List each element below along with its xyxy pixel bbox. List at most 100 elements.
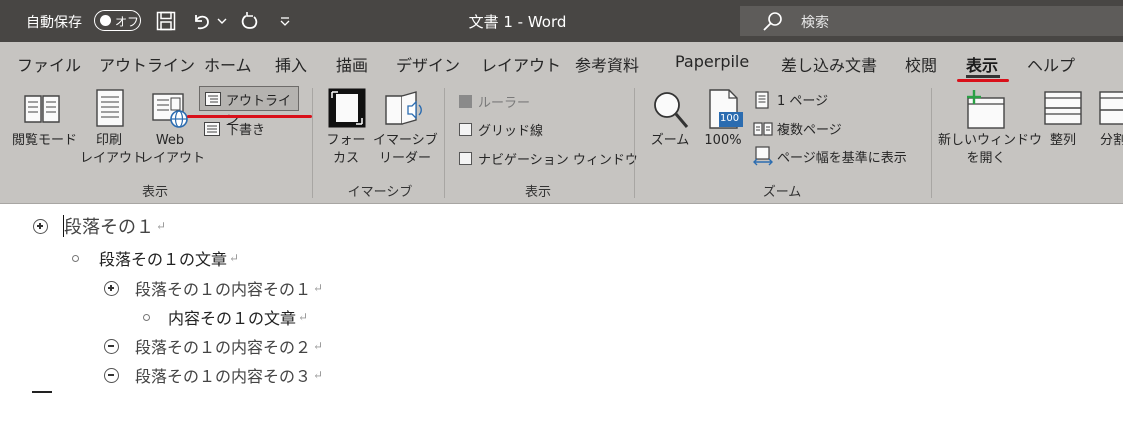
- zoom-label: ズーム: [650, 133, 690, 148]
- web-layout-label-2: レイアウト: [140, 151, 206, 166]
- focus-label-2: カス: [332, 151, 359, 166]
- split-label: 分割: [1100, 133, 1123, 148]
- draft-icon: [204, 121, 220, 136]
- tab-file[interactable]: ファイル: [17, 52, 81, 76]
- read-mode-icon: [22, 90, 62, 130]
- annotation-underline-outline: [187, 115, 312, 118]
- page-width-button[interactable]: ページ幅を基準に表示: [753, 146, 907, 166]
- navigation-label: ナビゲーション ウィンドウ: [478, 153, 638, 168]
- navigation-pane-checkbox[interactable]: ナビゲーション ウィンドウ: [459, 149, 638, 168]
- ruler-checkbox[interactable]: ルーラー: [459, 92, 530, 111]
- outline-text: 内容その１の文章: [168, 309, 297, 328]
- tab-layout[interactable]: レイアウト: [481, 52, 561, 76]
- new-window-label-1: 新しいウィンドウ: [938, 133, 1043, 148]
- tab-draw[interactable]: 描画: [336, 52, 368, 76]
- tab-mailings[interactable]: 差し込み文書: [781, 52, 877, 76]
- paragraph-mark: ↵: [229, 251, 240, 265]
- draft-view-button[interactable]: 下書き: [204, 119, 265, 138]
- search-placeholder: 検索: [801, 15, 829, 31]
- new-window-button[interactable]: 新しいウィンドウ を開く: [938, 132, 1043, 168]
- read-mode-button[interactable]: 閲覧モード: [12, 132, 78, 150]
- tab-view[interactable]: 表示: [966, 52, 998, 76]
- active-tab-indicator: [966, 75, 1000, 78]
- paragraph-mark: ↵: [313, 368, 324, 382]
- gridlines-checkbox[interactable]: グリッド線: [459, 120, 543, 139]
- arrange-label: 整列: [1049, 133, 1076, 148]
- draft-label: 下書き: [226, 123, 266, 138]
- tab-paperpile[interactable]: Paperpile: [675, 52, 749, 71]
- gridlines-check: [459, 123, 472, 136]
- outline-line[interactable]: 段落その１の文章 ↵: [72, 246, 239, 270]
- one-page-icon: [755, 90, 769, 109]
- outline-text: 段落その１の文章: [99, 250, 228, 269]
- body-text-bullet-icon: [143, 313, 150, 321]
- outline-text: 段落その１の内容その２: [135, 338, 312, 357]
- collapse-minus-icon[interactable]: [104, 338, 119, 354]
- search-box[interactable]: 検索: [740, 6, 1123, 36]
- focus-label-1: フォー: [326, 133, 366, 148]
- outline-line[interactable]: 段落その１の内容その１ ↵: [104, 276, 323, 300]
- split-icon: [1098, 90, 1123, 130]
- outline-line[interactable]: 段落その１の内容その２ ↵: [104, 334, 323, 358]
- immersive-reader-icon: [384, 88, 426, 134]
- title-bar: 自動保存 オフ 文書 1 - Word 検索: [0, 0, 1123, 42]
- paragraph-mark: ↵: [156, 219, 167, 233]
- ruler-check: [459, 95, 472, 108]
- arrange-all-button[interactable]: 整列: [1040, 132, 1086, 150]
- gridlines-label: グリッド線: [478, 124, 544, 139]
- outline-line[interactable]: 段落その１の内容その３ ↵: [104, 363, 323, 387]
- expand-plus-icon[interactable]: [33, 218, 48, 234]
- hundred-icon-text: 100: [720, 113, 740, 124]
- group-separator: [634, 88, 635, 198]
- document-area[interactable]: 段落その１ ↵ 段落その１の文章 ↵ 段落その１の内容その１ ↵ 内容その１の文…: [0, 205, 1123, 435]
- search-icon: [763, 12, 782, 31]
- tab-home[interactable]: ホーム: [204, 52, 252, 76]
- new-window-icon: [962, 88, 1008, 134]
- expand-plus-icon[interactable]: [104, 280, 119, 296]
- zoom-icon: [652, 90, 690, 134]
- outline-icon: [205, 92, 221, 106]
- multiple-pages-icon: [753, 121, 773, 136]
- tab-help[interactable]: ヘルプ: [1027, 52, 1075, 76]
- hundred-percent-icon: 100: [707, 88, 745, 130]
- outline-line[interactable]: 段落その１ ↵: [33, 213, 166, 239]
- body-text-bullet-icon: [72, 254, 79, 262]
- web-layout-label-1: Web: [155, 133, 185, 148]
- web-layout-icon: [152, 90, 190, 134]
- web-layout-button[interactable]: Web レイアウト: [140, 132, 206, 168]
- outline-view-button[interactable]: アウトライン: [199, 86, 299, 128]
- arrange-all-icon: [1043, 90, 1083, 130]
- group-label-views: 表示: [141, 185, 168, 200]
- group-separator: [931, 88, 932, 198]
- multiple-pages-button[interactable]: 複数ページ: [753, 119, 842, 138]
- outline-line[interactable]: 内容その１の文章 ↵: [143, 305, 308, 329]
- tab-design[interactable]: デザイン: [396, 52, 460, 76]
- ruler-label: ルーラー: [478, 96, 531, 111]
- tab-insert[interactable]: 挿入: [275, 52, 307, 76]
- print-layout-icon: [95, 88, 125, 132]
- tab-review[interactable]: 校閲: [905, 52, 937, 76]
- print-layout-label-2: レイアウト: [80, 151, 146, 166]
- zoom-button[interactable]: ズーム: [646, 132, 694, 150]
- hundred-percent-button[interactable]: 100%: [700, 132, 746, 150]
- new-window-label-2: を開く: [966, 151, 1006, 166]
- group-separator: [444, 88, 445, 198]
- page-width-label: ページ幅を基準に表示: [777, 150, 907, 166]
- print-layout-button[interactable]: 印刷 レイアウト: [80, 132, 146, 168]
- page-width-icon: [753, 146, 773, 166]
- tab-outline[interactable]: アウトライン: [99, 52, 195, 76]
- print-layout-label-1: 印刷: [95, 133, 122, 148]
- ribbon-tabs: ファイル アウトライン ホーム 挿入 描画 デザイン レイアウト 参考資料 Pa…: [0, 42, 1123, 82]
- ribbon-view: 閲覧モード 印刷 レイアウト Web レイアウト アウトライン 下書き 表示 フ…: [0, 82, 1123, 204]
- read-mode-label: 閲覧モード: [12, 133, 78, 148]
- paragraph-mark: ↵: [313, 281, 324, 295]
- collapse-minus-icon[interactable]: [104, 367, 119, 383]
- one-page-button[interactable]: 1 ページ: [755, 90, 828, 109]
- focus-button[interactable]: フォー カス: [322, 132, 370, 168]
- immersive-reader-button[interactable]: イマーシブ リーダー: [373, 132, 438, 168]
- tab-references[interactable]: 参考資料: [575, 52, 639, 76]
- group-label-zoom: ズーム: [762, 185, 802, 200]
- split-button[interactable]: 分割: [1100, 132, 1123, 150]
- group-label-show: 表示: [524, 185, 551, 200]
- one-page-label: 1 ページ: [777, 94, 829, 109]
